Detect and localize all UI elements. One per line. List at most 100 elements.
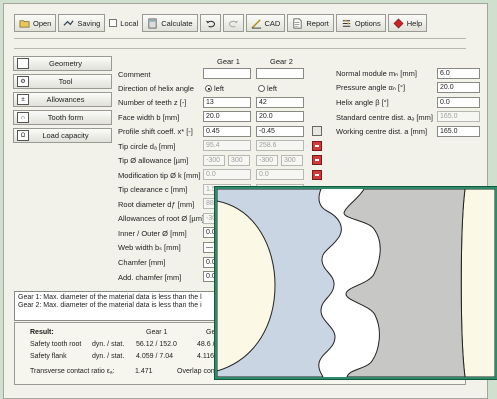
- tool-icon: ⚙: [17, 76, 29, 87]
- chamfer-label: Chamfer [mm]: [118, 258, 166, 267]
- tip-circle-label: Tip circle dₐ [mm]: [118, 142, 176, 151]
- sidebar-item-label: Allowances: [46, 95, 85, 104]
- open-button[interactable]: Open: [14, 14, 57, 32]
- root-diameter-label: Root diameter dƒ [mm]: [118, 200, 195, 209]
- helix-direction-label: Direction of helix angle: [118, 84, 194, 93]
- cad-icon: [250, 18, 261, 29]
- add-chamfer-label: Add. chamfer [mm]: [118, 273, 182, 282]
- sidebar-item-label: Tooth form: [47, 113, 84, 122]
- allowances-icon: ±: [17, 94, 29, 105]
- saving-icon: [63, 19, 74, 26]
- help-icon: [393, 18, 404, 28]
- tip-allowance-gear1-lower: -300: [203, 155, 225, 166]
- undo-button[interactable]: [199, 14, 221, 32]
- helix-angle-input[interactable]: 0.0: [437, 97, 480, 108]
- comment-label: Comment: [118, 70, 151, 79]
- teeth-gear2-input[interactable]: 42: [256, 97, 304, 108]
- helix-gear1-radio[interactable]: left: [205, 84, 224, 93]
- sidebar-item-tooth-form[interactable]: ∩ Tooth form: [13, 110, 112, 125]
- options-label: Options: [354, 18, 381, 28]
- gear-mesh-graphic: [217, 189, 495, 377]
- helix-angle-label: Helix angle β [°]: [336, 98, 389, 107]
- tooth-root-gear2-value: 48.6 /: [197, 341, 215, 348]
- sidebar-item-label: Load capacity: [42, 131, 89, 140]
- results-title: Result:: [30, 329, 54, 336]
- contact-ratio-value: 1.471: [135, 368, 153, 375]
- face-width-gear1-input[interactable]: 20.0: [203, 111, 251, 122]
- options-icon: [342, 19, 351, 27]
- sidebar-item-geometry[interactable]: Geometry: [13, 56, 112, 71]
- teeth-gear1-input[interactable]: 13: [203, 97, 251, 108]
- toolbar: Open Saving Local Calculate CAD Report O…: [14, 14, 466, 32]
- report-label: Report: [306, 18, 329, 28]
- modification-tip-gear2-field: 0.0: [256, 169, 304, 180]
- sidebar-item-allowances[interactable]: ± Allowances: [13, 92, 112, 107]
- comment-gear2-input[interactable]: [256, 68, 304, 79]
- comment-gear1-input[interactable]: [203, 68, 251, 79]
- number-of-teeth-label: Number of teeth z [-]: [118, 98, 187, 107]
- sidebar-item-tool[interactable]: ⚙ Tool: [13, 74, 112, 89]
- profile-shift-gear2-input[interactable]: -0.45: [256, 126, 304, 137]
- calculate-button[interactable]: Calculate: [142, 14, 198, 32]
- profile-shift-calc-icon[interactable]: [312, 126, 322, 136]
- sidebar: Geometry ⚙ Tool ± Allowances ∩ Tooth for…: [13, 56, 112, 146]
- tooth-root-label: Safety tooth root: [30, 341, 82, 348]
- web-width-label: Web width bₛ [mm]: [118, 243, 181, 252]
- face-width-label: Face width b [mm]: [118, 113, 180, 122]
- options-button[interactable]: Options: [335, 14, 386, 32]
- normal-module-input[interactable]: 6.0: [437, 68, 480, 79]
- face-width-gear2-input[interactable]: 20.0: [256, 111, 304, 122]
- help-button[interactable]: Help: [387, 14, 428, 32]
- tip-allowance-label: Tip Ø allowance [µm]: [118, 156, 189, 165]
- saving-button[interactable]: Saving: [58, 14, 106, 32]
- profile-shift-gear1-input[interactable]: 0.45: [203, 126, 251, 137]
- working-centre-label: Working centre dist. a [mm]: [336, 127, 428, 136]
- profile-shift-label: Profile shift coeff. x* [-]: [118, 127, 193, 136]
- tip-circle-gear2-field: 258.6: [256, 140, 304, 151]
- working-centre-input[interactable]: 165.0: [437, 126, 480, 137]
- modification-tip-label: Modification tip Ø k [mm]: [118, 171, 201, 180]
- local-checkbox[interactable]: Local: [107, 14, 140, 32]
- contact-ratio-label: Transverse contact ratio εₐ:: [30, 368, 115, 375]
- tip-allowance-lock-icon[interactable]: [312, 155, 322, 165]
- report-button[interactable]: Report: [287, 14, 334, 32]
- redo-icon: [228, 20, 238, 27]
- gear2-column-header: Gear 2: [270, 57, 293, 66]
- header-separator: [14, 48, 466, 49]
- modification-tip-lock-icon[interactable]: [312, 170, 322, 180]
- sidebar-item-load-capacity[interactable]: Ω Load capacity: [13, 128, 112, 143]
- gear1-column-header: Gear 1: [217, 57, 240, 66]
- normal-module-label: Normal module mₙ [mm]: [336, 69, 417, 78]
- tip-allowance-gear1-upper: 300: [228, 155, 250, 166]
- standard-centre-field: 165.0: [437, 111, 480, 122]
- redo-button[interactable]: [222, 14, 244, 32]
- helix-gear1-label: left: [214, 84, 225, 93]
- local-label: Local: [120, 18, 139, 28]
- pressure-angle-label: Pressure angle αₙ [°]: [336, 83, 406, 92]
- root-allowance-label: Allowances of root Ø [µm]: [118, 214, 205, 223]
- modification-tip-gear1-field: 0.0: [203, 169, 251, 180]
- radio-dot[interactable]: [205, 85, 212, 92]
- cad-label: CAD: [264, 18, 281, 28]
- help-label: Help: [406, 18, 423, 28]
- load-capacity-icon: Ω: [17, 130, 29, 141]
- local-checkbox-box[interactable]: [109, 19, 118, 27]
- report-icon: [293, 18, 302, 28]
- flank-label: Safety flank: [30, 353, 67, 360]
- gear-mesh-preview-popup[interactable]: [215, 187, 497, 379]
- calculator-icon: [148, 18, 157, 28]
- inner-outer-label: Inner / Outer Ø [mm]: [118, 229, 187, 238]
- gear2-body: [460, 189, 495, 377]
- tip-circle-lock-icon[interactable]: [312, 141, 322, 151]
- radio-dot[interactable]: [258, 85, 265, 92]
- tip-allowance-gear2-lower: -300: [256, 155, 278, 166]
- helix-gear2-radio[interactable]: left: [258, 84, 277, 93]
- pressure-angle-input[interactable]: 20.0: [437, 82, 480, 93]
- open-label: Open: [33, 18, 52, 28]
- undo-icon: [205, 20, 215, 27]
- cad-button[interactable]: CAD: [245, 14, 286, 32]
- tip-clearance-label: Tip clearance c [mm]: [118, 185, 188, 194]
- flank-gear1-value: 4.059 / 7.04: [136, 353, 173, 360]
- folder-open-icon: [19, 19, 30, 28]
- tip-circle-gear1-field: 95.4: [203, 140, 251, 151]
